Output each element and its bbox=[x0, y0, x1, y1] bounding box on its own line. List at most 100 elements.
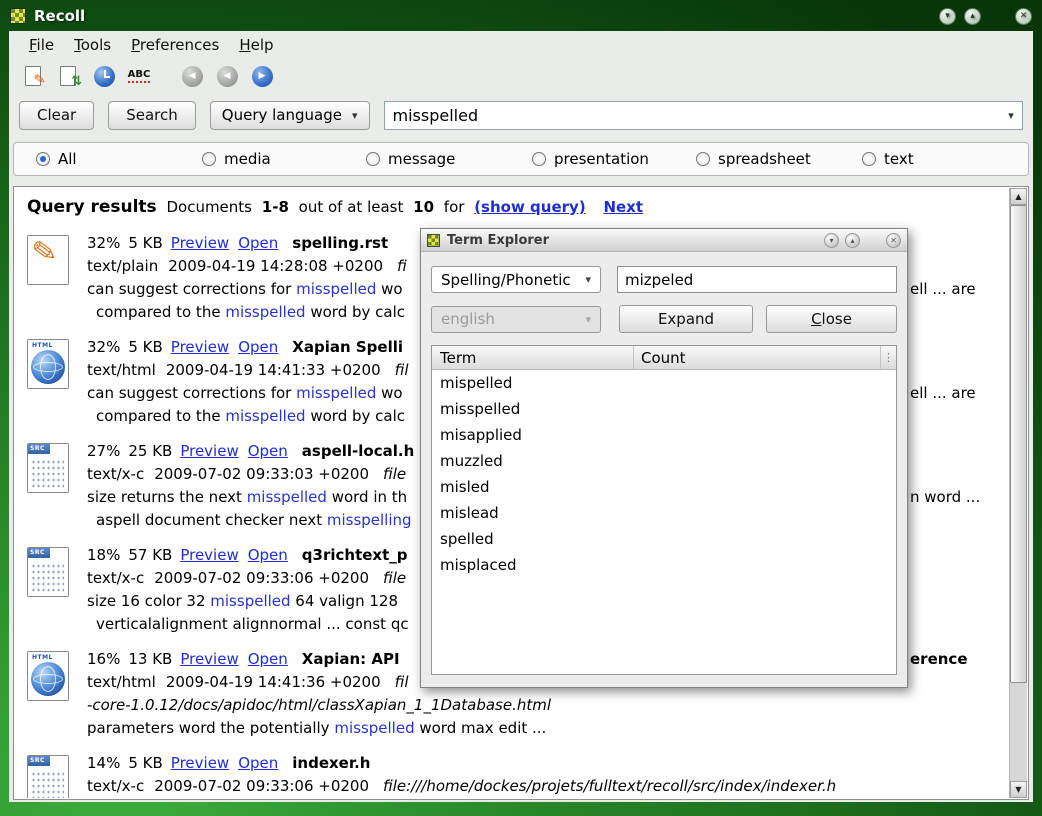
term-row[interactable]: spelled bbox=[432, 526, 896, 552]
term-table: Term Count ⋮ mispelled misspelled misapp… bbox=[431, 345, 897, 675]
dialog-shade-button[interactable]: ▾ bbox=[824, 233, 839, 248]
recoll-window: Recoll ▾ ▴ ✕ File Tools Preferences Help… bbox=[0, 0, 1042, 816]
search-input[interactable] bbox=[385, 106, 1000, 125]
source-file-icon: SRC bbox=[27, 547, 73, 599]
results-scrollbar[interactable]: ▲ ▼ bbox=[1009, 188, 1027, 798]
doc-date: 2009-04-19 14:41:33 +0200 bbox=[166, 361, 381, 379]
search-row: Clear Search Query language ▾ ▾ bbox=[9, 94, 1033, 134]
header-grip-icon[interactable]: ⋮ bbox=[880, 346, 896, 369]
language-value: english bbox=[441, 310, 495, 328]
match-type-select[interactable]: Spelling/Phonetic ▾ bbox=[431, 266, 601, 293]
window-titlebar[interactable]: Recoll ▾ ▴ ✕ bbox=[10, 4, 1032, 28]
history-icon[interactable] bbox=[91, 63, 117, 89]
filter-text[interactable]: text bbox=[862, 150, 914, 168]
filter-media[interactable]: media bbox=[202, 150, 271, 168]
relevance-percent: 32% bbox=[87, 234, 120, 252]
menu-help[interactable]: Help bbox=[229, 33, 283, 57]
first-page-button[interactable]: ◀ bbox=[179, 63, 205, 89]
menu-file[interactable]: File bbox=[19, 33, 64, 57]
filter-all[interactable]: All bbox=[36, 150, 77, 168]
term-explorer-icon[interactable]: ABC bbox=[126, 63, 152, 89]
term-row[interactable]: mispelled bbox=[432, 370, 896, 396]
snippet-text: can suggest corrections for bbox=[87, 384, 296, 402]
term-input[interactable] bbox=[617, 266, 897, 293]
dialog-close-button[interactable]: ✕ bbox=[886, 233, 901, 248]
open-link[interactable]: Open bbox=[238, 754, 278, 772]
snippet-right-fragment: ell ... are bbox=[910, 278, 976, 301]
term-row[interactable]: misplaced bbox=[432, 552, 896, 578]
mime-type: text/x-c bbox=[87, 777, 144, 795]
filter-label: spreadsheet bbox=[718, 150, 811, 168]
open-link[interactable]: Open bbox=[248, 546, 288, 564]
term-row[interactable]: muzzled bbox=[432, 448, 896, 474]
clear-search-icon[interactable]: ✎ bbox=[21, 63, 47, 89]
term-table-header[interactable]: Term Count ⋮ bbox=[432, 346, 896, 370]
preview-link[interactable]: Preview bbox=[180, 442, 238, 460]
term-row[interactable]: misspelled bbox=[432, 396, 896, 422]
close-button[interactable]: Close bbox=[766, 305, 897, 333]
open-link[interactable]: Open bbox=[248, 442, 288, 460]
query-language-select[interactable]: Query language ▾ bbox=[210, 101, 370, 130]
menu-preferences[interactable]: Preferences bbox=[121, 33, 229, 57]
scrollbar-thumb[interactable] bbox=[1010, 205, 1027, 683]
preview-link[interactable]: Preview bbox=[180, 650, 238, 668]
radio-icon bbox=[202, 152, 216, 166]
match-type-value: Spelling/Phonetic bbox=[441, 271, 571, 289]
radio-icon bbox=[696, 152, 710, 166]
term-row[interactable]: misled bbox=[432, 474, 896, 500]
open-link[interactable]: Open bbox=[238, 338, 278, 356]
result-info-line: text/x-c2009-07-02 09:33:06 +0200file://… bbox=[87, 775, 1009, 798]
unshade-button[interactable]: ▴ bbox=[964, 8, 981, 25]
search-button[interactable]: Search bbox=[108, 101, 196, 130]
filter-spreadsheet[interactable]: spreadsheet bbox=[696, 150, 811, 168]
dialog-titlebar[interactable]: Term Explorer ▾ ▴ ✕ bbox=[421, 229, 907, 252]
globe-icon bbox=[31, 662, 65, 696]
term-row[interactable]: mislead bbox=[432, 500, 896, 526]
combobox-dropdown-icon[interactable]: ▾ bbox=[1000, 109, 1022, 122]
column-count[interactable]: Count bbox=[634, 346, 880, 369]
chevron-down-icon: ▾ bbox=[352, 109, 358, 122]
next-page-link[interactable]: Next bbox=[603, 198, 643, 216]
clear-button[interactable]: Clear bbox=[19, 101, 94, 130]
term-row[interactable]: misapplied bbox=[432, 422, 896, 448]
shade-button[interactable]: ▾ bbox=[939, 8, 956, 25]
update-index-icon[interactable]: ⇅ bbox=[56, 63, 82, 89]
preview-link[interactable]: Preview bbox=[171, 754, 229, 772]
relevance-percent: 18% bbox=[87, 546, 120, 564]
open-link[interactable]: Open bbox=[248, 650, 288, 668]
preview-link[interactable]: Preview bbox=[180, 546, 238, 564]
open-link[interactable]: Open bbox=[238, 234, 278, 252]
dialog-unshade-button[interactable]: ▴ bbox=[845, 233, 860, 248]
snippet-text: parameters word the potentially bbox=[87, 719, 334, 737]
next-page-button[interactable]: ▶ bbox=[249, 63, 275, 89]
result-title: Xapian: API bbox=[302, 650, 400, 668]
doc-date: 2009-04-19 14:28:08 +0200 bbox=[168, 257, 383, 275]
preview-link[interactable]: Preview bbox=[171, 338, 229, 356]
scroll-up-icon[interactable]: ▲ bbox=[1010, 188, 1027, 205]
abc-spellcheck-icon: ABC bbox=[128, 69, 151, 83]
globe-icon bbox=[31, 350, 65, 384]
snippet-right-fragment: n word ... bbox=[910, 486, 980, 509]
close-window-button[interactable]: ✕ bbox=[1015, 8, 1032, 25]
src-label: SRC bbox=[28, 444, 50, 454]
snippet-text: word in th bbox=[327, 488, 407, 506]
filter-presentation[interactable]: presentation bbox=[532, 150, 649, 168]
snippet-highlight: misspelled bbox=[225, 407, 305, 425]
arrow-left-icon: ◀ bbox=[217, 66, 238, 87]
prev-page-button[interactable]: ◀ bbox=[214, 63, 240, 89]
preview-link[interactable]: Preview bbox=[171, 234, 229, 252]
snippet-highlight: misspelled bbox=[247, 488, 327, 506]
expand-button[interactable]: Expand bbox=[619, 305, 753, 333]
menubar: File Tools Preferences Help bbox=[9, 31, 1033, 58]
close-button-label: Close bbox=[767, 310, 896, 328]
scroll-down-icon[interactable]: ▼ bbox=[1010, 781, 1027, 798]
result-row: SRC 14%5 KBPreviewOpenindexer.h text/x-c… bbox=[27, 752, 1009, 798]
column-term[interactable]: Term bbox=[432, 346, 634, 369]
show-query-link[interactable]: (show query) bbox=[474, 198, 585, 216]
header-text: for bbox=[444, 198, 465, 216]
menu-tools[interactable]: Tools bbox=[64, 33, 121, 57]
filter-message[interactable]: message bbox=[366, 150, 455, 168]
doc-path: fi bbox=[397, 257, 407, 275]
language-select[interactable]: english ▾ bbox=[431, 306, 601, 333]
snippet-text: compared to the bbox=[96, 303, 225, 321]
